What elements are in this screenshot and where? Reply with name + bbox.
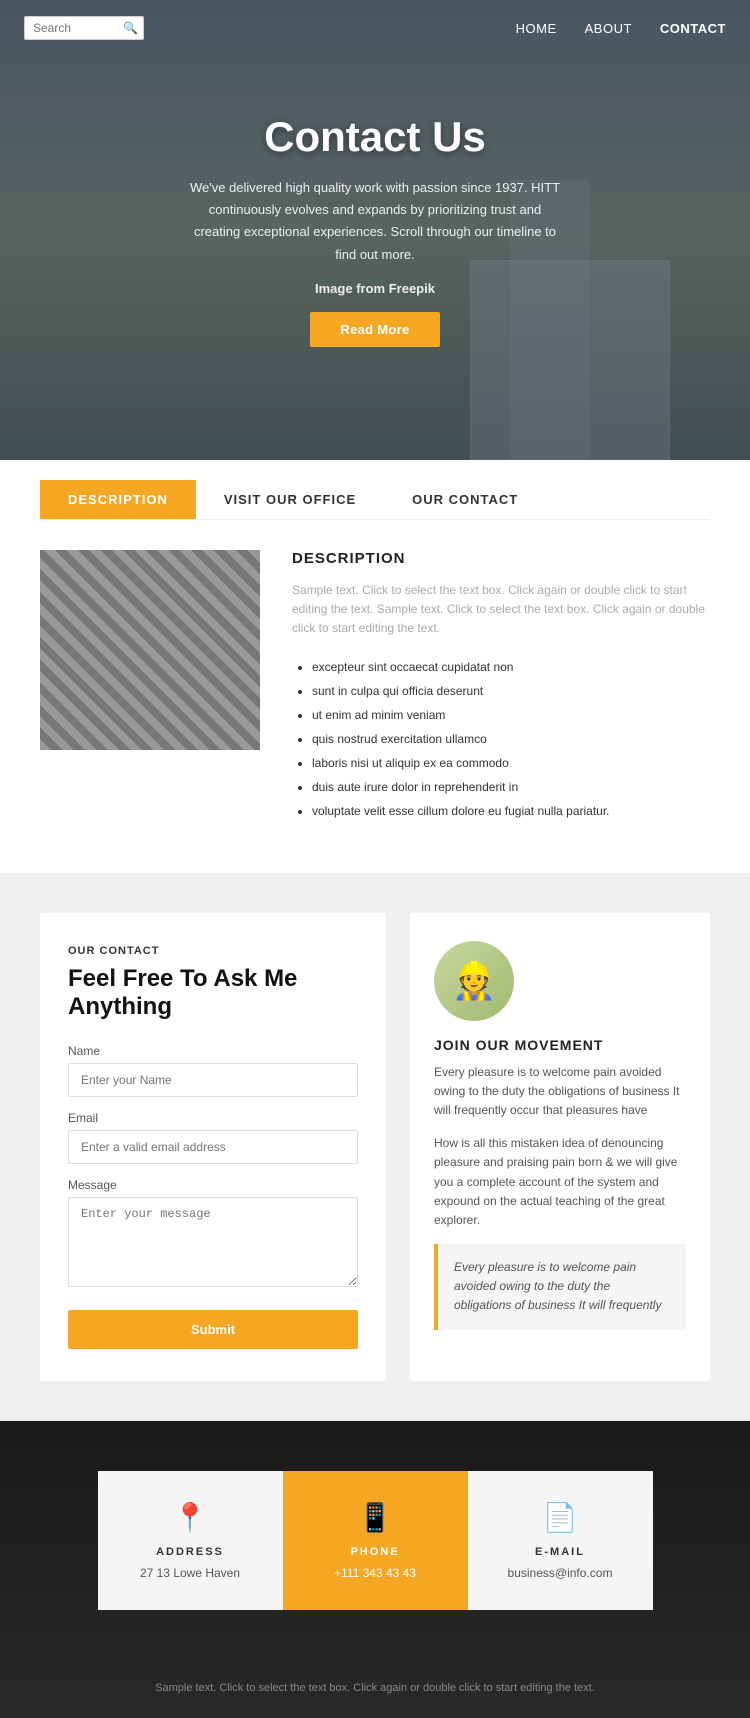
tabs-section: DESCRIPTION VISIT OUR OFFICE OUR CONTACT (0, 460, 750, 520)
hero-section: Contact Us We've delivered high quality … (0, 0, 750, 460)
list-item: quis nostrud exercitation ullamco (312, 727, 710, 751)
footer-card-email: 📄 E-MAIL business@info.com (468, 1471, 653, 1610)
phone-title: PHONE (303, 1546, 448, 1558)
worker-avatar: 👷 (434, 941, 514, 1021)
read-more-button[interactable]: Read More (310, 312, 439, 347)
description-content: DESCRIPTION Sample text. Click to select… (292, 550, 710, 823)
address-title: ADDRESS (118, 1546, 263, 1558)
footer-section: 📍 ADDRESS 27 13 Lowe Haven 📱 PHONE +111 … (0, 1421, 750, 1718)
description-image (40, 550, 260, 750)
tab-visit-office[interactable]: VISIT OUR OFFICE (196, 480, 384, 519)
email-title: E-MAIL (488, 1546, 633, 1558)
contact-right-card: 👷 JOIN OUR MOVEMENT Every pleasure is to… (410, 913, 710, 1382)
nav-links: HOME ABOUT CONTACT (516, 21, 726, 36)
hero-title: Contact Us (185, 113, 565, 161)
list-item: sunt in culpa qui officia deserunt (312, 679, 710, 703)
nav-about[interactable]: ABOUT (585, 21, 632, 36)
hero-image-credit: Image from Freepik (185, 278, 565, 300)
email-value: business@info.com (488, 1566, 633, 1580)
description-list: excepteur sint occaecat cupidatat non su… (292, 655, 710, 823)
list-item: excepteur sint occaecat cupidatat non (312, 655, 710, 679)
footer-card-phone: 📱 PHONE +111 343 43 43 (283, 1471, 468, 1610)
footer-bottom-text: Sample text. Click to select the text bo… (155, 1682, 595, 1694)
hero-subtitle: We've delivered high quality work with p… (185, 177, 565, 265)
description-section: DESCRIPTION Sample text. Click to select… (0, 520, 750, 873)
list-item: voluptate velit esse cillum dolore eu fu… (312, 799, 710, 823)
contact-section: OUR CONTACT Feel Free To Ask Me Anything… (0, 873, 750, 1422)
footer-cards: 📍 ADDRESS 27 13 Lowe Haven 📱 PHONE +111 … (0, 1421, 750, 1660)
name-field-group: Name (68, 1044, 358, 1097)
address-value: 27 13 Lowe Haven (118, 1566, 263, 1580)
email-label: Email (68, 1111, 358, 1125)
join-text-1: Every pleasure is to welcome pain avoide… (434, 1063, 686, 1121)
contact-heading: Feel Free To Ask Me Anything (68, 965, 358, 1023)
footer-card-address: 📍 ADDRESS 27 13 Lowe Haven (98, 1471, 283, 1610)
join-text-2: How is all this mistaken idea of denounc… (434, 1134, 686, 1230)
phone-icon: 📱 (303, 1501, 448, 1534)
email-icon: 📄 (488, 1501, 633, 1534)
nav-home[interactable]: HOME (516, 21, 557, 36)
contact-form-card: OUR CONTACT Feel Free To Ask Me Anything… (40, 913, 386, 1382)
list-item: laboris nisi ut aliquip ex ea commodo (312, 751, 710, 775)
email-input[interactable] (68, 1130, 358, 1164)
nav-contact[interactable]: CONTACT (660, 21, 726, 36)
tabs-bar: DESCRIPTION VISIT OUR OFFICE OUR CONTACT (40, 460, 710, 520)
description-heading: DESCRIPTION (292, 550, 710, 567)
search-box[interactable]: 🔍 (24, 16, 144, 40)
message-input[interactable] (68, 1197, 358, 1287)
our-contact-label: OUR CONTACT (68, 945, 358, 957)
tab-description[interactable]: DESCRIPTION (40, 480, 196, 519)
worker-icon: 👷 (452, 960, 497, 1002)
description-sample-text: Sample text. Click to select the text bo… (292, 581, 710, 639)
list-item: ut enim ad minim veniam (312, 703, 710, 727)
name-label: Name (68, 1044, 358, 1058)
email-field-group: Email (68, 1111, 358, 1164)
phone-value: +111 343 43 43 (303, 1566, 448, 1580)
address-icon: 📍 (118, 1501, 263, 1534)
submit-button[interactable]: Submit (68, 1310, 358, 1349)
list-item: duis aute irure dolor in reprehenderit i… (312, 775, 710, 799)
footer-bottom: Sample text. Click to select the text bo… (0, 1660, 750, 1718)
quote-text: Every pleasure is to welcome pain avoide… (454, 1260, 661, 1312)
quote-block: Every pleasure is to welcome pain avoide… (434, 1244, 686, 1330)
tab-our-contact[interactable]: OUR CONTACT (384, 480, 546, 519)
search-icon: 🔍 (123, 21, 138, 35)
message-label: Message (68, 1178, 358, 1192)
message-field-group: Message (68, 1178, 358, 1292)
search-input[interactable] (33, 21, 123, 35)
join-movement-title: JOIN OUR MOVEMENT (434, 1037, 686, 1053)
name-input[interactable] (68, 1063, 358, 1097)
header: 🔍 HOME ABOUT CONTACT (0, 0, 750, 56)
